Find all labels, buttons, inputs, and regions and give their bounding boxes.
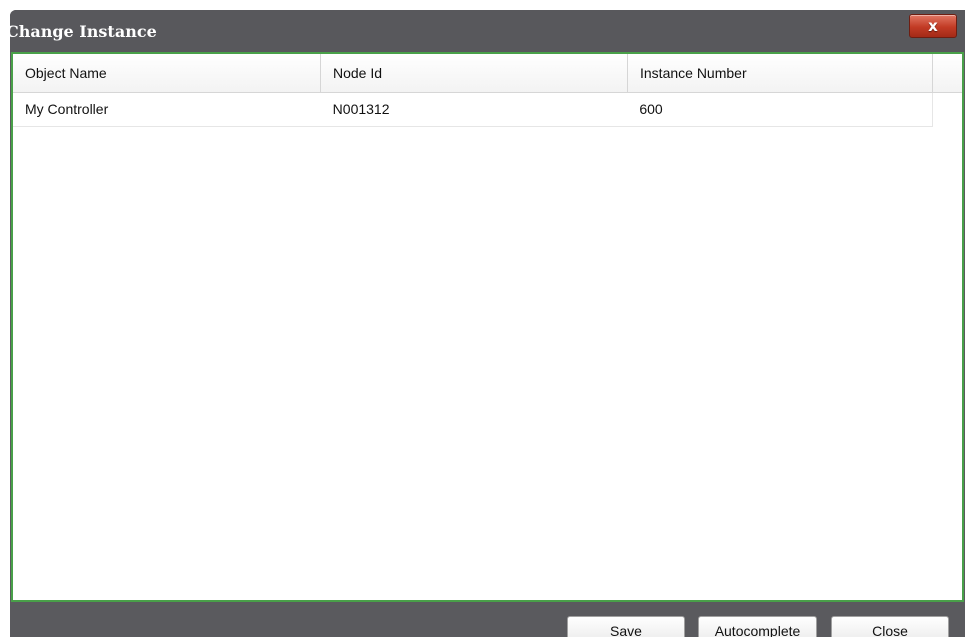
close-button[interactable]: Close (831, 616, 949, 637)
table-row[interactable]: My Controller N001312 600 (13, 93, 933, 127)
grid-header: Object Name Node Id Instance Number (13, 54, 962, 93)
cell-node-id[interactable]: N001312 (321, 93, 628, 126)
save-button[interactable]: Save (567, 616, 685, 637)
instance-grid: Object Name Node Id Instance Number My C… (11, 52, 964, 602)
column-header-instance-number[interactable]: Instance Number (628, 54, 933, 92)
close-dialog-button[interactable]: x (909, 14, 957, 38)
dialog-title: Change Instance (10, 22, 157, 41)
title-bar[interactable]: Change Instance x (10, 10, 965, 52)
column-header-filler (933, 54, 962, 92)
cell-instance-number[interactable]: 600 (627, 93, 932, 126)
autocomplete-button[interactable]: Autocomplete (698, 616, 817, 637)
close-icon: x (928, 16, 938, 35)
change-instance-dialog: Change Instance x Object Name Node Id In… (10, 10, 965, 637)
column-header-node-id[interactable]: Node Id (321, 54, 628, 92)
column-header-object-name[interactable]: Object Name (13, 54, 321, 92)
dialog-footer: Save Autocomplete Close (10, 602, 965, 637)
cell-object-name[interactable]: My Controller (13, 93, 321, 126)
